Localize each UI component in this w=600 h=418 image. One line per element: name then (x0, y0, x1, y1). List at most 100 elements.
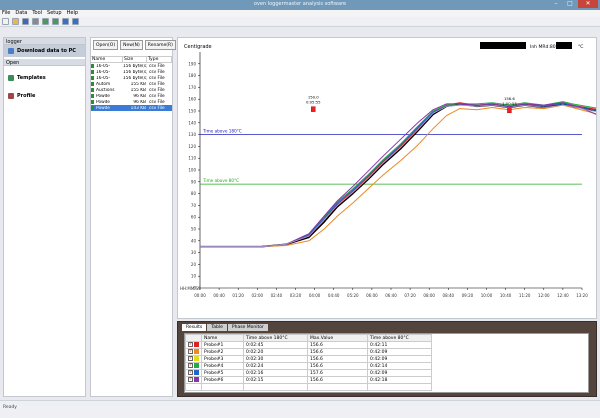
empty-cell (185, 383, 202, 391)
file-row[interactable]: 16-05- 156 byte(s) csv File (91, 63, 172, 69)
series-line[interactable] (200, 103, 600, 248)
status-text: Ready (3, 405, 17, 410)
probe-color-swatch (194, 370, 199, 375)
probe-checkbox[interactable]: ✓ (188, 356, 193, 361)
close-icon[interactable]: ✕ (578, 0, 598, 8)
download-data-item[interactable]: Download data to PC (4, 45, 85, 57)
probe-name: Probe#4 (201, 362, 244, 370)
column-type[interactable]: Type (147, 57, 172, 62)
menu-setup[interactable]: Setup (47, 10, 62, 17)
menu-tool[interactable]: Tool (32, 10, 42, 17)
file-row[interactable]: Powde 143 KB csv File (91, 105, 172, 111)
chart-y-label: Centigrade (184, 44, 212, 50)
table-row[interactable]: ✓ Probe#1 0:02:45 156.6 0:42:11 (185, 341, 432, 349)
save-icon[interactable] (22, 18, 29, 25)
file-browser: Open(O)New(N)Rename(R)Delete(D) Name Siz… (90, 37, 206, 397)
x-tick-label: 01:20 (232, 293, 244, 298)
y-tick-label: 180 (188, 73, 196, 78)
table-row[interactable]: ✓ Probe#3 0:02:30 156.6 0:42:09 (185, 355, 432, 363)
open-folder-icon[interactable] (12, 18, 19, 25)
probe-checkbox[interactable]: ✓ (188, 370, 193, 375)
series-line[interactable] (200, 102, 600, 248)
maximize-icon[interactable]: □ (564, 0, 576, 8)
templates-item[interactable]: Templates (4, 72, 85, 84)
peak-marker[interactable] (507, 107, 512, 114)
print-icon[interactable] (32, 18, 39, 25)
tab-phase-monitor[interactable]: Phase Monitor (227, 324, 268, 331)
time-above-80: 0:42:09 (367, 355, 432, 363)
open-button[interactable]: Open(O) (93, 40, 119, 50)
csv-file-icon (91, 70, 94, 74)
csv-file-icon (91, 100, 94, 104)
y-tick-label: 130 (188, 132, 196, 137)
max-value: 156.6 (307, 341, 368, 349)
y-tick-label: 90 (191, 179, 197, 184)
menu-data[interactable]: Data (15, 10, 27, 17)
profile-item[interactable]: Profile (4, 90, 85, 102)
file-row[interactable]: Autom 155 KB csv File (91, 81, 172, 87)
row-selector[interactable]: ✓ (185, 355, 202, 363)
series-line[interactable] (200, 104, 600, 248)
file-row[interactable]: 16-05- 156 byte(s) csv File (91, 69, 172, 75)
results-table: Name Time above 180°C Max.Value Time above … (185, 334, 432, 391)
peak-marker[interactable] (311, 106, 316, 112)
table-row[interactable]: ✓ Probe#5 0:02:16 157.6 0:42:09 (185, 369, 432, 377)
rename-button[interactable]: Rename(R) (144, 40, 176, 50)
import-icon[interactable] (42, 18, 49, 25)
x-tick-label: 07:20 (404, 293, 416, 298)
tab-results[interactable]: Results (182, 324, 207, 331)
y-tick-label: 160 (188, 97, 196, 102)
y-tick-label: 20 (191, 262, 197, 267)
probe-checkbox[interactable]: ✓ (188, 377, 193, 382)
tab-table[interactable]: Table (207, 324, 227, 331)
series-line[interactable] (200, 104, 600, 248)
time-above-180: 0:02:30 (243, 355, 308, 363)
x-tick-label: 00:40 (213, 293, 225, 298)
file-row[interactable]: Auctions 155 KB csv File (91, 87, 172, 93)
file-name: Auctions (96, 87, 115, 93)
file-row[interactable]: Powde 96 KB csv File (91, 99, 172, 105)
templates-label: Templates (17, 75, 46, 81)
export-icon[interactable] (52, 18, 59, 25)
series-line[interactable] (200, 101, 600, 248)
new-button[interactable]: New(N) (120, 40, 143, 50)
y-tick-label: 80 (191, 191, 197, 196)
x-tick-label: 06:40 (385, 293, 397, 298)
undo-icon[interactable] (62, 18, 69, 25)
minimize-icon[interactable]: – (550, 0, 562, 8)
column-name[interactable]: Name (91, 57, 123, 62)
title-bar: oven loggermaster analysis software – □ … (0, 0, 600, 10)
new-file-icon[interactable] (2, 18, 9, 25)
menu-file[interactable]: File (2, 10, 10, 17)
redo-icon[interactable] (72, 18, 79, 25)
x-tick-label: 03:20 (290, 293, 302, 298)
table-row[interactable]: ✓ Probe#6 0:02:15 156.6 0:42:18 (185, 376, 432, 384)
row-selector[interactable]: ✓ (185, 341, 202, 349)
probe-checkbox[interactable]: ✓ (188, 349, 193, 354)
file-row[interactable]: 16-05- 156 byte(s) csv File (91, 75, 172, 81)
menu-help[interactable]: Help (67, 10, 78, 17)
x-tick-label: 11:20 (519, 293, 531, 298)
x-tick-label: 08:00 (423, 293, 435, 298)
table-row[interactable]: ✓ Probe#4 0:02:24 156.6 0:42:14 (185, 362, 432, 370)
probe-checkbox[interactable]: ✓ (188, 363, 193, 368)
row-selector[interactable]: ✓ (185, 369, 202, 377)
series-line[interactable] (200, 102, 600, 248)
table-row[interactable]: ✓ Probe#2 0:02:20 156.6 0:42:09 (185, 348, 432, 356)
file-size: 156 byte(s) (123, 75, 147, 81)
results-header-4: Time above 80°C (367, 334, 432, 342)
file-list-header: Name Size Type (91, 56, 172, 63)
file-row[interactable]: Powde 96 KB csv File (91, 93, 172, 99)
row-selector[interactable]: ✓ (185, 362, 202, 370)
row-selector[interactable]: ✓ (185, 348, 202, 356)
profile-icon (8, 93, 14, 99)
column-size[interactable]: Size (123, 57, 147, 62)
time-above-180: 0:02:45 (243, 341, 308, 349)
series-line[interactable] (200, 103, 600, 248)
probe-checkbox[interactable]: ✓ (188, 342, 193, 347)
y-tick-label: 110 (188, 156, 196, 161)
file-type: csv File (149, 63, 165, 69)
csv-file-icon (91, 82, 94, 86)
row-selector[interactable]: ✓ (185, 376, 202, 384)
temperature-profile-chart[interactable]: Centigrade Inh MRd:80 °C010203040506070809… (178, 38, 600, 318)
